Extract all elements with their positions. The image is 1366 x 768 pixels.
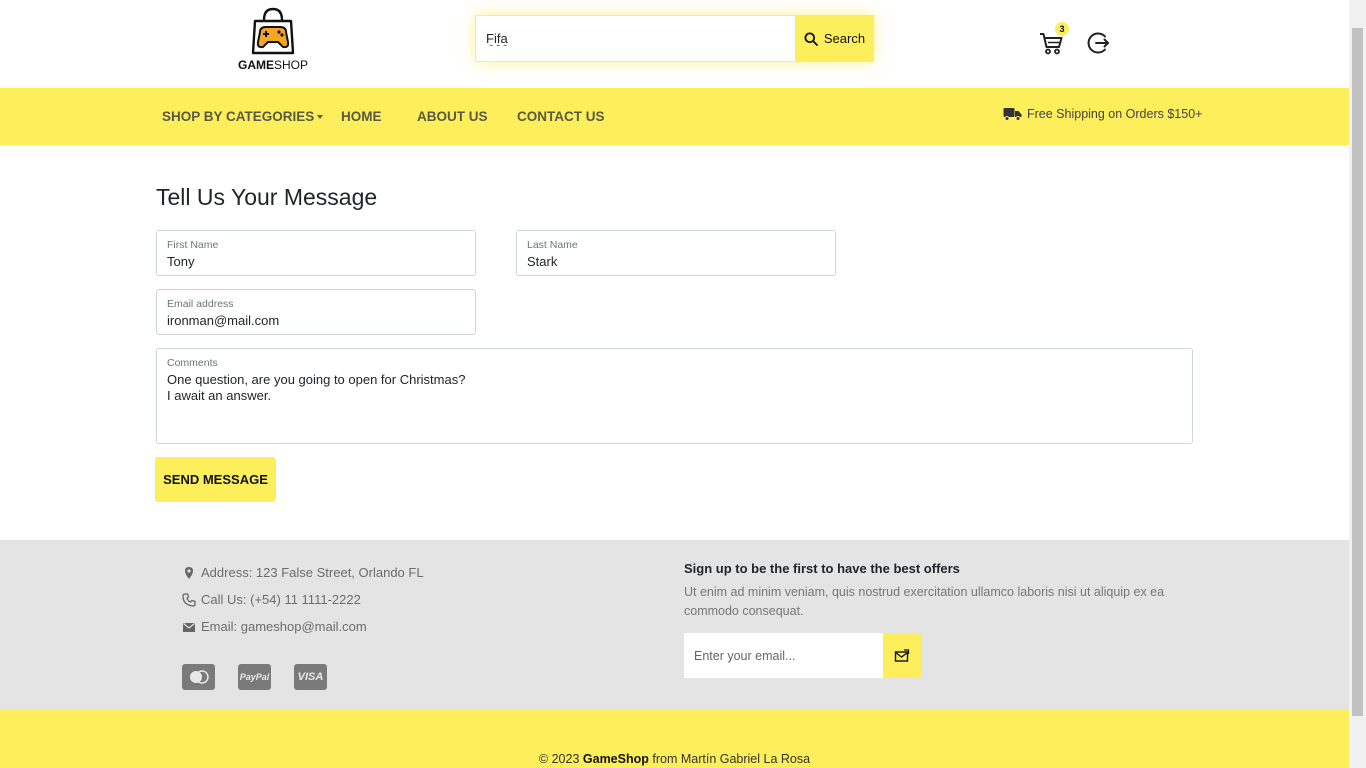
- last-name-label: Last Name: [527, 239, 578, 251]
- send-mail-icon: [894, 648, 910, 662]
- phone-text: Call Us: (+54) 11 1111-2222: [201, 592, 361, 607]
- location-pin-icon: [185, 566, 193, 579]
- search-button[interactable]: Search: [795, 15, 874, 62]
- nav-home[interactable]: HOME: [341, 109, 382, 124]
- cart-button[interactable]: 3: [1038, 22, 1069, 56]
- email-field[interactable]: Email address ironman@mail.com: [156, 289, 476, 335]
- comments-line-1[interactable]: One question, are you going to open for …: [167, 372, 1182, 387]
- first-name-field[interactable]: First Name Tony: [156, 230, 476, 276]
- main-nav: SHOP BY CATEGORIES HOME ABOUT US CONTACT…: [0, 88, 1349, 145]
- mastercard-icon: [182, 664, 215, 690]
- shipping-text: Free Shipping on Orders $150+: [1027, 107, 1203, 121]
- paypal-icon: PayPal: [238, 664, 271, 690]
- copyright-brand[interactable]: GameShop: [583, 752, 649, 766]
- search-bar: Search: [475, 15, 874, 62]
- search-button-label: Search: [823, 31, 866, 46]
- nav-about-us[interactable]: ABOUT US: [417, 109, 488, 124]
- footer: Address: 123 False Street, Orlando FL Ca…: [0, 540, 1349, 710]
- logo-text: GAMESHOP: [238, 58, 309, 72]
- gamepad-bag-icon: [251, 7, 295, 55]
- first-name-value[interactable]: Tony: [167, 254, 465, 269]
- last-name-field[interactable]: Last Name Stark: [516, 230, 836, 276]
- footer-phone: Call Us: (+54) 11 1111-2222: [182, 592, 361, 607]
- comments-label: Comments: [167, 357, 218, 369]
- last-name-value[interactable]: Stark: [527, 254, 825, 269]
- copyright-prefix: © 2023: [538, 752, 580, 766]
- logout-button[interactable]: [1085, 30, 1111, 56]
- mail-icon: [183, 622, 195, 632]
- nav-contact-us[interactable]: CONTACT US: [517, 109, 605, 124]
- truck-icon: [1003, 108, 1022, 121]
- nav-label: SHOP BY CATEGORIES: [162, 109, 315, 124]
- newsletter-email-input[interactable]: [684, 633, 883, 678]
- newsletter-submit-button[interactable]: [883, 633, 921, 678]
- copyright: © 2023 GameShop from Martín Gabriel La R…: [0, 752, 1349, 766]
- email-text: Email: gameshop@mail.com: [201, 619, 367, 634]
- header: GAMESHOP Search 3: [0, 0, 1349, 88]
- page: GAMESHOP Search 3: [0, 0, 1349, 768]
- email-label: Email address: [167, 298, 234, 310]
- address-text: Address: 123 False Street, Orlando FL: [201, 565, 424, 580]
- copyright-suffix: from Martín Gabriel La Rosa: [652, 752, 811, 766]
- comments-field[interactable]: Comments One question, are you going to …: [156, 348, 1193, 444]
- logout-icon: [1087, 32, 1109, 54]
- signup-text: Ut enim ad minim veniam, quis nostrud ex…: [684, 585, 1165, 618]
- cart-count-badge: 3: [1055, 22, 1069, 36]
- search-input[interactable]: [475, 15, 795, 62]
- newsletter-form: [684, 633, 921, 678]
- phone-icon: [182, 592, 196, 607]
- footer-email: Email: gameshop@mail.com: [182, 619, 367, 634]
- first-name-label: First Name: [167, 239, 219, 251]
- comments-line-2[interactable]: I await an answer.: [167, 388, 1182, 403]
- search-icon: [804, 32, 818, 46]
- shipping-notice: Free Shipping on Orders $150+: [1003, 107, 1202, 121]
- copyright-bar: © 2023 GameShop from Martín Gabriel La R…: [0, 710, 1349, 768]
- footer-address: Address: 123 False Street, Orlando FL: [182, 565, 424, 580]
- page-scrollbar[interactable]: [1349, 0, 1366, 768]
- send-message-button[interactable]: SEND MESSAGE: [155, 457, 276, 502]
- signup-title: Sign up to be the first to have the best…: [684, 561, 960, 576]
- nav-shop-by-categories[interactable]: SHOP BY CATEGORIES: [162, 109, 324, 124]
- logo[interactable]: GAMESHOP: [238, 6, 308, 72]
- email-value[interactable]: ironman@mail.com: [167, 313, 465, 328]
- scrollbar-thumb[interactable]: [1352, 28, 1363, 716]
- page-title: Tell Us Your Message: [156, 184, 378, 210]
- caret-down-icon: [317, 115, 324, 120]
- visa-icon: VISA: [294, 664, 327, 690]
